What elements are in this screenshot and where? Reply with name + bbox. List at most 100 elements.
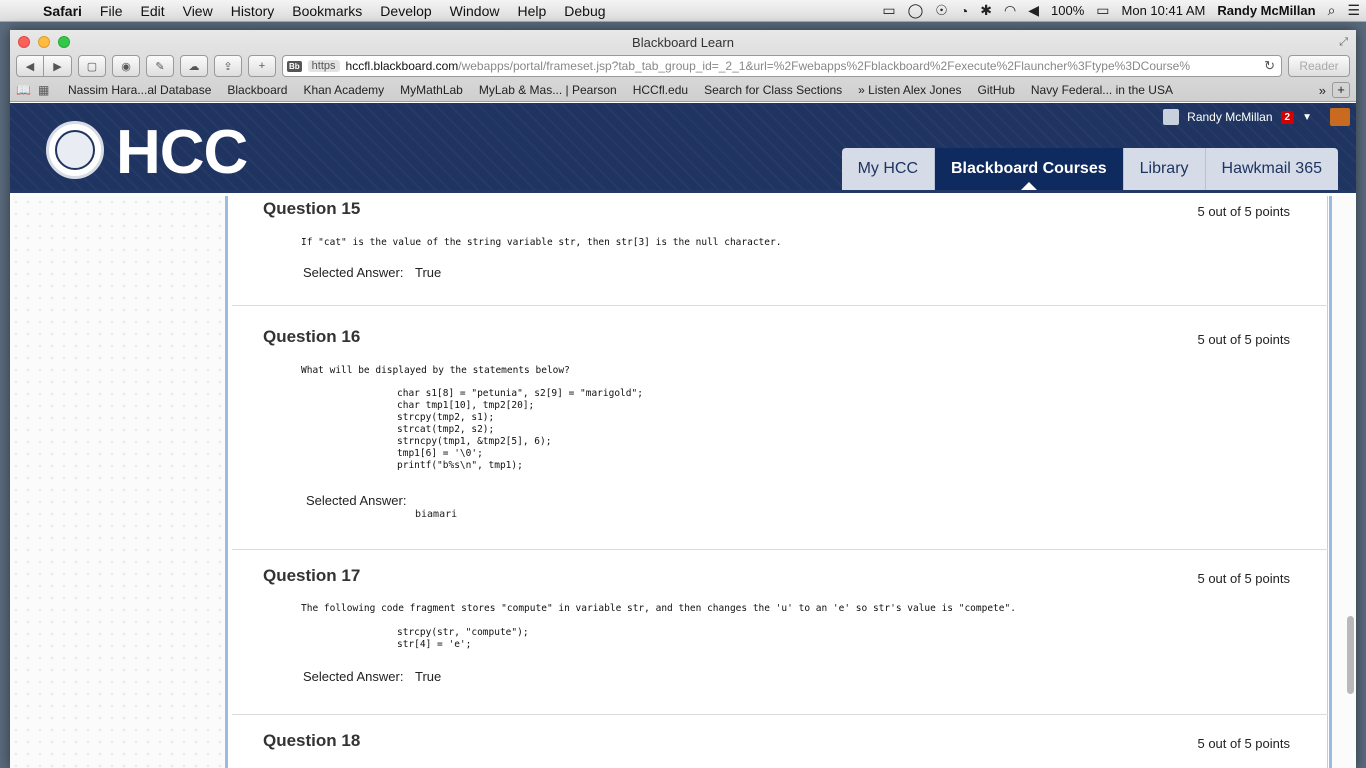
reading-list-icon[interactable]: 📖	[16, 83, 38, 97]
reload-icon[interactable]: ↻	[1258, 58, 1281, 74]
new-tab-button[interactable]: +	[248, 55, 276, 77]
window-title: Blackboard Learn	[632, 35, 734, 50]
extension-icon[interactable]: ◉	[112, 55, 140, 77]
user-avatar-icon[interactable]	[1163, 109, 1180, 125]
menu-bookmarks[interactable]: Bookmarks	[283, 3, 371, 19]
menu-bar: Safari File Edit View History Bookmarks …	[0, 0, 1366, 22]
code-line: strcat(tmp2, s2);	[397, 424, 495, 435]
user-name[interactable]: Randy McMillan	[1187, 110, 1272, 124]
menu-edit[interactable]: Edit	[131, 3, 173, 19]
vertical-scrollbar[interactable]	[1347, 616, 1354, 694]
site-header: HCC Randy McMillan 2 ▼ My HCC Blackboard…	[10, 103, 1356, 193]
code-line: printf("b%s\n", tmp1);	[397, 460, 523, 471]
airplay-icon[interactable]: ▭	[876, 2, 901, 19]
bookmark-item[interactable]: Nassim Hara...al Database	[60, 83, 219, 97]
add-bookmark-icon[interactable]: +	[1332, 82, 1350, 98]
code-line: char s1[8] = "petunia", s2[9] = "marigol…	[397, 388, 643, 399]
bookmark-item[interactable]: Navy Federal... in the USA	[1023, 83, 1181, 97]
wifi-icon[interactable]: ◠	[998, 2, 1022, 19]
question-title: Question 17	[263, 566, 361, 585]
volume-icon[interactable]: ◀	[1022, 2, 1045, 19]
tab-my-hcc[interactable]: My HCC	[841, 148, 934, 190]
question-block: Question 17 5 out of 5 points The follow…	[232, 550, 1328, 715]
left-sidebar	[10, 196, 228, 768]
code-line: strncpy(tmp1, &tmp2[5], 6);	[397, 436, 552, 447]
tab-library[interactable]: Library	[1122, 148, 1205, 190]
bookmark-item[interactable]: Khan Academy	[295, 83, 392, 97]
selected-answer-value: biamari	[415, 509, 458, 520]
tab-hawkmail-365[interactable]: Hawkmail 365	[1204, 148, 1338, 190]
bookmark-item[interactable]: » Listen Alex Jones	[850, 83, 969, 97]
https-badge: https	[307, 60, 340, 72]
menu-app-name[interactable]: Safari	[34, 3, 91, 19]
bluetooth-icon[interactable]: ✱	[974, 2, 998, 19]
site-favicon: Bb	[287, 60, 302, 72]
status-menus: ▭ ◯ ☉ ◔ ✱ ◠ ◀ 100% ▭ Mon 10:41 AM Randy …	[876, 0, 1366, 22]
question-points: 5 out of 5 points	[1197, 571, 1290, 586]
bookmark-item[interactable]: HCCfl.edu	[625, 83, 696, 97]
cloud-icon[interactable]: ☁	[180, 55, 208, 77]
hcc-logo[interactable]: HCC	[116, 117, 248, 188]
fullscreen-icon[interactable]: ⤢	[1339, 36, 1348, 49]
bookmarks-bar: 📖 ▦ Nassim Hara...al Database Blackboard…	[16, 81, 1350, 99]
code-line: char tmp1[10], tmp2[20];	[397, 400, 535, 411]
page-content: Question 15 5 out of 5 points If "cat" i…	[10, 196, 1356, 768]
selected-answer-label: Selected Answer:	[306, 493, 407, 508]
question-block: Question 18 5 out of 5 points	[232, 715, 1328, 768]
accessibility-icon[interactable]: ☉	[929, 2, 954, 19]
bookmark-item[interactable]: MyLab & Mas... | Pearson	[471, 83, 625, 97]
reader-button[interactable]: Reader	[1288, 55, 1350, 77]
question-text: If "cat" is the value of the string vari…	[301, 237, 782, 248]
code-line: strcpy(tmp2, s1);	[397, 412, 495, 423]
user-menu: Randy McMillan 2 ▼	[1163, 108, 1350, 126]
battery-percent[interactable]: 100%	[1045, 3, 1090, 18]
back-button[interactable]: ◀	[16, 55, 44, 77]
spotlight-search-icon[interactable]: ⌕	[1322, 2, 1342, 19]
menubar-user[interactable]: Randy McMillan	[1211, 3, 1321, 18]
selected-answer-label: Selected Answer:	[303, 669, 404, 684]
question-points: 5 out of 5 points	[1197, 332, 1290, 347]
question-text: The following code fragment stores "comp…	[301, 603, 1016, 614]
notification-center-icon[interactable]: ☰	[1341, 2, 1366, 19]
selected-answer-label: Selected Answer:	[303, 265, 404, 280]
share-button[interactable]: ⇪	[214, 55, 242, 77]
code-snippet: strcpy(str, "compute"); str[4] = 'e';	[397, 627, 529, 651]
evernote-icon[interactable]: ✎	[146, 55, 174, 77]
code-snippet: char s1[8] = "petunia", s2[9] = "marigol…	[397, 388, 643, 472]
time-machine-icon[interactable]: ◔	[954, 3, 974, 19]
bookmark-item[interactable]: Blackboard	[219, 83, 295, 97]
menu-window[interactable]: Window	[441, 3, 509, 19]
top-sites-icon[interactable]: ▦	[38, 83, 60, 97]
menu-debug[interactable]: Debug	[555, 3, 614, 19]
notification-badge[interactable]: 2	[1280, 110, 1295, 124]
messages-icon[interactable]: ◯	[902, 2, 930, 19]
title-bar: Blackboard Learn ⤢ ◀ ▶ ▢ ◉ ✎ ☁ ⇪ + Bb ht…	[10, 30, 1356, 102]
logout-icon[interactable]	[1330, 108, 1350, 126]
address-bar[interactable]: Bb https hccfl.blackboard.com /webapps/p…	[282, 55, 1282, 77]
tab-view-button[interactable]: ▢	[78, 55, 106, 77]
forward-button[interactable]: ▶	[44, 55, 72, 77]
tab-blackboard-courses[interactable]: Blackboard Courses	[934, 148, 1123, 190]
bookmark-item[interactable]: GitHub	[970, 83, 1023, 97]
menu-help[interactable]: Help	[508, 3, 555, 19]
browser-toolbar: ◀ ▶ ▢ ◉ ✎ ☁ ⇪ + Bb https hccfl.blackboar…	[16, 54, 1350, 78]
code-line: strcpy(str, "compute");	[397, 627, 529, 638]
college-seal-logo[interactable]	[46, 121, 104, 179]
url-domain: hccfl.blackboard.com	[345, 59, 459, 73]
menu-view[interactable]: View	[174, 3, 222, 19]
url-path: /webapps/portal/frameset.jsp?tab_tab_gro…	[458, 59, 1191, 73]
bookmark-item[interactable]: Search for Class Sections	[696, 83, 850, 97]
question-points: 5 out of 5 points	[1197, 204, 1290, 219]
menu-history[interactable]: History	[222, 3, 284, 19]
question-block: Question 15 5 out of 5 points If "cat" i…	[232, 196, 1328, 306]
question-title: Question 18	[263, 731, 361, 750]
chevron-down-icon[interactable]: ▼	[1302, 112, 1312, 123]
menu-develop[interactable]: Develop	[371, 3, 440, 19]
more-bookmarks-icon[interactable]: »	[1313, 83, 1332, 98]
menubar-clock[interactable]: Mon 10:41 AM	[1116, 3, 1212, 18]
test-results-panel: Question 15 5 out of 5 points If "cat" i…	[232, 196, 1328, 768]
question-title: Question 15	[263, 199, 361, 218]
menu-file[interactable]: File	[91, 3, 132, 19]
bookmark-item[interactable]: MyMathLab	[392, 83, 471, 97]
battery-icon[interactable]: ▭	[1090, 2, 1115, 19]
